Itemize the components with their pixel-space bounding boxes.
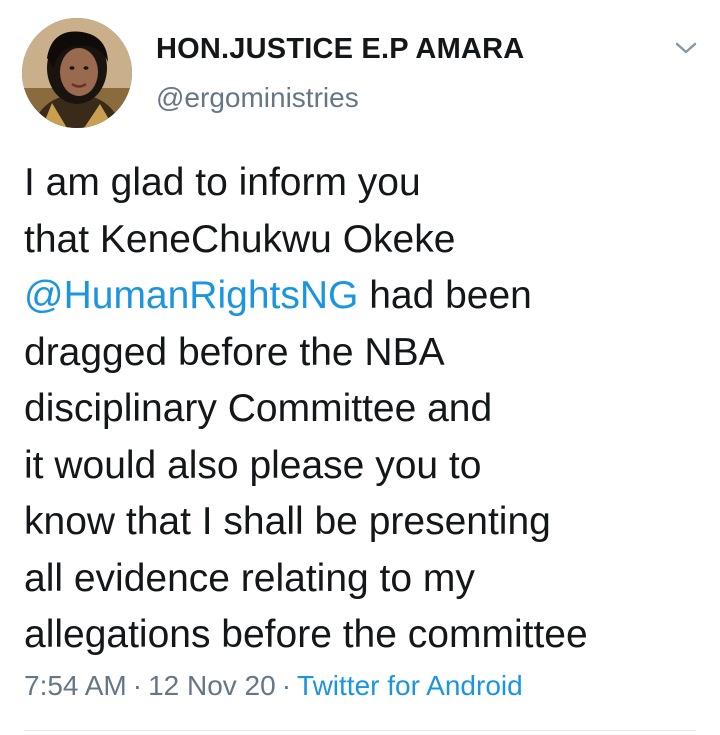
mention-link[interactable]: @HumanRightsNG — [24, 274, 358, 317]
meta-separator: · — [132, 670, 143, 701]
tweet-text: I am glad to inform you that KeneChukwu … — [24, 155, 694, 664]
tweet-line: it would also please you to — [24, 443, 482, 487]
tweet-line: know that I shall be presenting — [24, 500, 551, 543]
tweet-line: allegations before the committee — [24, 613, 588, 656]
avatar[interactable] — [22, 18, 132, 128]
tweet-line: all evidence relating to my — [24, 556, 475, 600]
tweet: HON.JUSTICE E.P AMARA @ergoministries I … — [0, 0, 720, 735]
tweet-line: @HumanRightsNG had been — [24, 268, 694, 325]
tweet-date[interactable]: 12 Nov 20 — [148, 670, 276, 701]
tweet-line: dragged before the NBA — [24, 330, 445, 374]
tweet-source-link[interactable]: Twitter for Android — [297, 670, 523, 701]
tweet-meta: 7:54 AM · 12 Nov 20 · Twitter for Android — [24, 670, 523, 702]
tweet-time[interactable]: 7:54 AM — [24, 670, 127, 701]
tweet-line: disciplinary Committee and — [24, 387, 493, 430]
tweet-line-text: had been — [358, 274, 532, 317]
avatar-photo — [22, 18, 132, 128]
tweet-line: I am glad to inform you — [24, 161, 421, 204]
divider — [24, 730, 696, 731]
author-handle[interactable]: @ergoministries — [156, 82, 359, 114]
author-display-name[interactable]: HON.JUSTICE E.P AMARA — [156, 33, 524, 66]
meta-separator: · — [281, 670, 292, 701]
chevron-down-icon[interactable] — [672, 36, 700, 60]
tweet-line: that KeneChukwu Okeke — [24, 217, 456, 261]
